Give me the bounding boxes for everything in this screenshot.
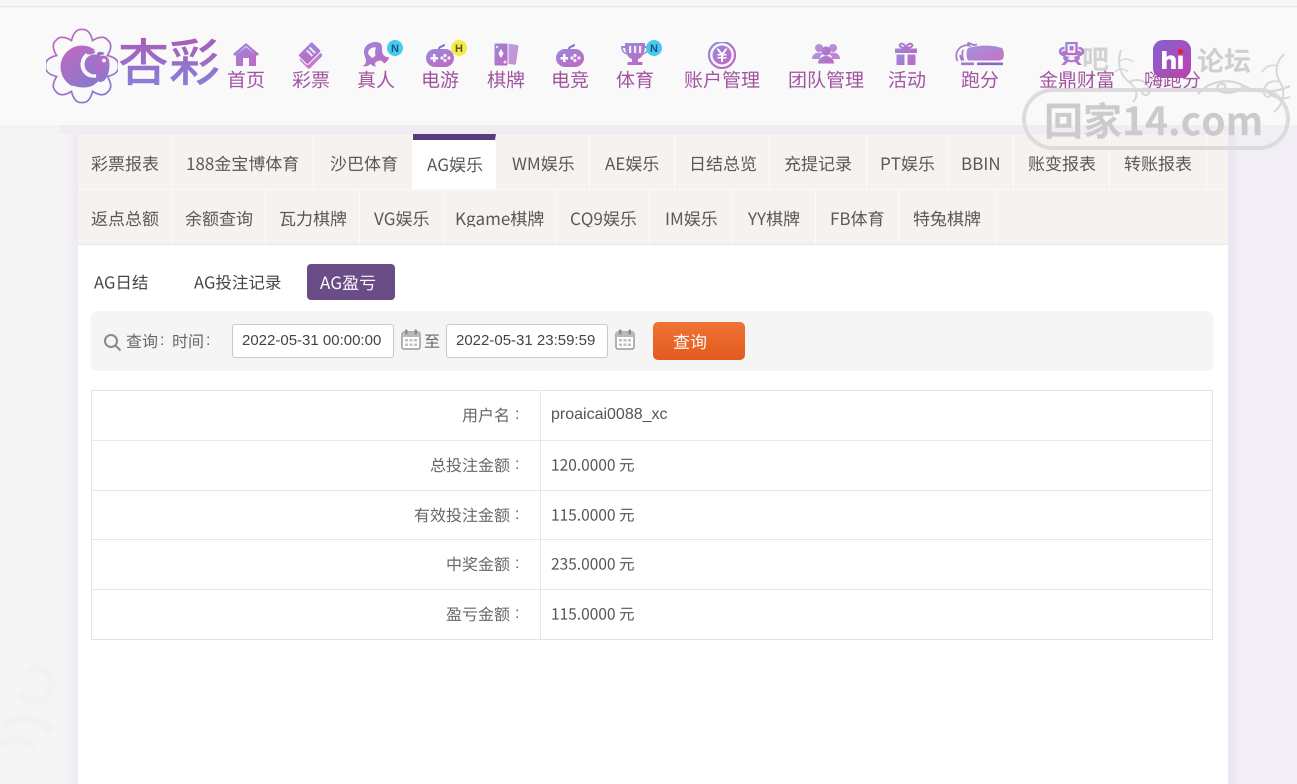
svg-text:N: N [650,43,658,55]
svg-text:H: H [455,43,463,55]
svg-text:N: N [391,43,399,55]
